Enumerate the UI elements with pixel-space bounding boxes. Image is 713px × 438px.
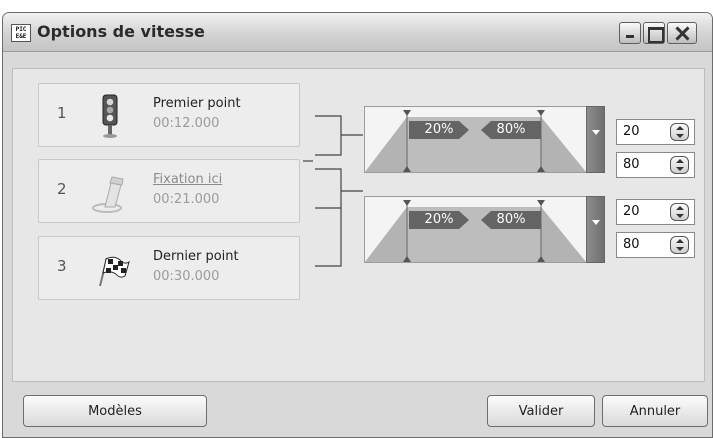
speed-options-window: PIC E&E Options de vitesse 1 Premier poin… [2, 12, 713, 438]
point-name-link[interactable]: Fixation ici [153, 172, 222, 187]
cancel-button[interactable]: Annuler [602, 395, 708, 427]
window-title: Options de vitesse [37, 22, 205, 41]
minimize-button[interactable] [619, 22, 641, 44]
point-time: 00:30.000 [153, 269, 220, 284]
spinner-arrows-icon[interactable] [670, 156, 689, 174]
ease-out-spinner-1[interactable]: 80 [616, 152, 695, 178]
spinner-arrows-icon[interactable] [670, 123, 689, 141]
models-button[interactable]: Modèles [23, 395, 207, 427]
ease-in-spinner-1[interactable]: 20 [616, 119, 695, 145]
checkered-flag-icon [99, 256, 130, 287]
point-number: 2 [57, 180, 67, 198]
ease-out-spinner-2[interactable]: 80 [616, 232, 695, 258]
ease-in-spinner-2[interactable]: 20 [616, 199, 695, 225]
traffic-light-icon [102, 94, 118, 138]
spinner-value: 20 [623, 124, 640, 139]
point-name: Premier point [153, 96, 241, 111]
point-number: 1 [57, 104, 67, 122]
ease-out-handle[interactable]: 80% [481, 211, 541, 229]
title-bar[interactable]: PIC E&E Options de vitesse [3, 13, 712, 52]
ease-out-handle[interactable]: 80% [481, 121, 541, 139]
ease-in-handle[interactable]: 20% [409, 121, 469, 139]
point-time: 00:12.000 [153, 116, 220, 131]
speed-curve-2[interactable]: 20% 80% [364, 196, 605, 263]
point-time: 00:21.000 [153, 192, 220, 207]
curve-preset-dropdown[interactable] [586, 196, 605, 263]
ease-in-handle[interactable]: 20% [409, 211, 469, 229]
spinner-arrows-icon[interactable] [670, 203, 689, 221]
spinner-value: 20 [623, 204, 640, 219]
ok-button[interactable]: Valider [487, 395, 595, 427]
spinner-value: 80 [623, 237, 640, 252]
spinner-value: 80 [623, 157, 640, 172]
point-number: 3 [57, 257, 67, 275]
speed-curve-graph [365, 110, 586, 172]
point-name: Dernier point [153, 249, 239, 264]
spinner-arrows-icon[interactable] [670, 236, 689, 254]
point-item-1[interactable]: 1 Premier point 00:12.000 [38, 83, 300, 147]
speed-curve-1[interactable]: 20% 80% [364, 106, 605, 173]
point-item-2[interactable]: 2 Fixation ici 00:21.000 [38, 159, 300, 223]
pin-icon [92, 176, 124, 213]
curve-preset-dropdown[interactable] [586, 106, 605, 173]
close-button[interactable] [667, 22, 697, 44]
app-icon: PIC E&E [11, 24, 31, 42]
segment-connectors [303, 115, 363, 267]
point-item-3[interactable]: 3 Dernier point 00:30.000 [38, 236, 300, 300]
maximize-button[interactable] [643, 22, 665, 44]
speed-curve-graph [365, 200, 586, 262]
